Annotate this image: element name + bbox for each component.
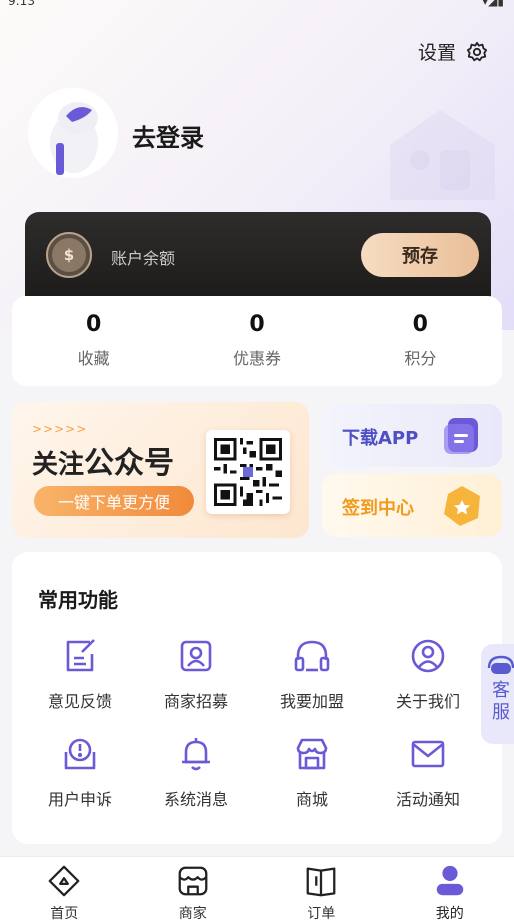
- stat-value: 0: [249, 312, 265, 337]
- tab-home[interactable]: 首页: [0, 857, 129, 923]
- feature-join[interactable]: 我要加盟: [254, 636, 370, 712]
- feature-merchant-recruit[interactable]: 商家招募: [138, 636, 254, 712]
- promo-arrows: >>>>>: [32, 422, 88, 436]
- download-app-label: 下载APP: [342, 428, 419, 449]
- customer-service-button[interactable]: 客服: [481, 644, 514, 744]
- feature-about[interactable]: 关于我们: [370, 636, 486, 712]
- tab-label: 订单: [307, 906, 336, 922]
- bottom-tab-bar: 首页 商家 订单 我的: [0, 856, 514, 923]
- tab-label: 商家: [178, 906, 207, 922]
- status-bar-time: 9:13: [8, 0, 35, 8]
- signin-center-button[interactable]: 签到中心: [322, 474, 502, 537]
- feature-label: 商城: [295, 790, 328, 809]
- feature-label: 意见反馈: [47, 692, 112, 711]
- mail-icon: [411, 740, 445, 768]
- tab-orders[interactable]: 订单: [257, 857, 386, 923]
- feature-label: 系统消息: [163, 790, 228, 809]
- promo-title-a: 关注: [32, 450, 85, 480]
- appeal-icon: [64, 738, 96, 770]
- features-title: 常用功能: [38, 588, 118, 612]
- home-icon: [48, 865, 80, 897]
- mall-icon: [296, 738, 328, 770]
- deposit-button[interactable]: 预存: [361, 233, 479, 277]
- download-app-button[interactable]: 下载APP: [322, 404, 502, 467]
- customer-service-label: 客服: [492, 680, 510, 723]
- stat-label: 优惠券: [232, 349, 281, 368]
- avatar[interactable]: [28, 88, 118, 178]
- common-functions-panel: 常用功能 意见反馈 商家招募 我要加盟 关于我们 用户申诉 系统消息 商城 活动…: [12, 552, 502, 844]
- app-document-icon: [444, 418, 478, 454]
- stat-value: 0: [412, 312, 428, 337]
- follow-official-account-banner[interactable]: >>>>> 关注公众号 一键下单更方便: [12, 402, 309, 538]
- stat-label: 收藏: [77, 349, 110, 368]
- promo-title: 关注公众号: [32, 438, 174, 482]
- signin-center-label: 签到中心: [342, 498, 414, 519]
- status-bar-icons: ▾◢▮: [482, 0, 504, 8]
- money-bag-icon: $: [46, 232, 92, 278]
- feature-label: 关于我们: [395, 692, 460, 711]
- tab-merchants[interactable]: 商家: [129, 857, 258, 923]
- balance-label: 账户余额: [111, 249, 176, 268]
- house-watermark-icon: [390, 110, 495, 200]
- gear-icon: [466, 41, 488, 61]
- features-grid: 意见反馈 商家招募 我要加盟 关于我们 用户申诉 系统消息 商城 活动通知: [22, 636, 486, 810]
- tab-label: 我的: [435, 906, 464, 922]
- headset-icon: [487, 655, 514, 674]
- qr-code-icon: [206, 430, 290, 514]
- stat-points[interactable]: 0 积分: [339, 296, 502, 386]
- feature-feedback[interactable]: 意见反馈: [22, 636, 138, 712]
- tab-profile[interactable]: 我的: [386, 857, 514, 923]
- join-icon: [294, 640, 330, 672]
- order-icon: [306, 867, 336, 897]
- about-icon: [411, 639, 445, 673]
- feature-notifications[interactable]: 活动通知: [370, 734, 486, 810]
- balance-card: $ 账户余额 预存: [25, 212, 491, 302]
- feedback-icon: [66, 639, 95, 672]
- bell-icon: [182, 738, 210, 771]
- feature-label: 我要加盟: [279, 692, 344, 711]
- feature-label: 活动通知: [395, 790, 460, 809]
- stat-coupons[interactable]: 0 优惠券: [175, 296, 338, 386]
- feature-label: 商家招募: [163, 692, 228, 711]
- promo-title-b: 公众号: [84, 446, 175, 481]
- settings-label: 设置: [417, 42, 456, 64]
- feature-messages[interactable]: 系统消息: [138, 734, 254, 810]
- feature-label: 用户申诉: [47, 790, 112, 809]
- star-badge-icon: [444, 486, 480, 526]
- promo-pill: 一键下单更方便: [34, 486, 194, 516]
- stats-card: 0 收藏 0 优惠券 0 积分: [12, 296, 502, 386]
- store-icon: [178, 866, 208, 896]
- stat-favorites[interactable]: 0 收藏: [12, 296, 175, 386]
- feature-appeal[interactable]: 用户申诉: [22, 734, 138, 810]
- stat-value: 0: [86, 312, 102, 337]
- feature-mall[interactable]: 商城: [254, 734, 370, 810]
- settings-button[interactable]: 设置: [418, 38, 488, 65]
- stat-label: 积分: [404, 349, 437, 368]
- profile-icon: [436, 865, 464, 896]
- robot-avatar-icon: [50, 102, 98, 175]
- merchant-recruit-icon: [180, 640, 212, 672]
- login-link[interactable]: 去登录: [132, 118, 204, 153]
- tab-label: 首页: [50, 906, 79, 922]
